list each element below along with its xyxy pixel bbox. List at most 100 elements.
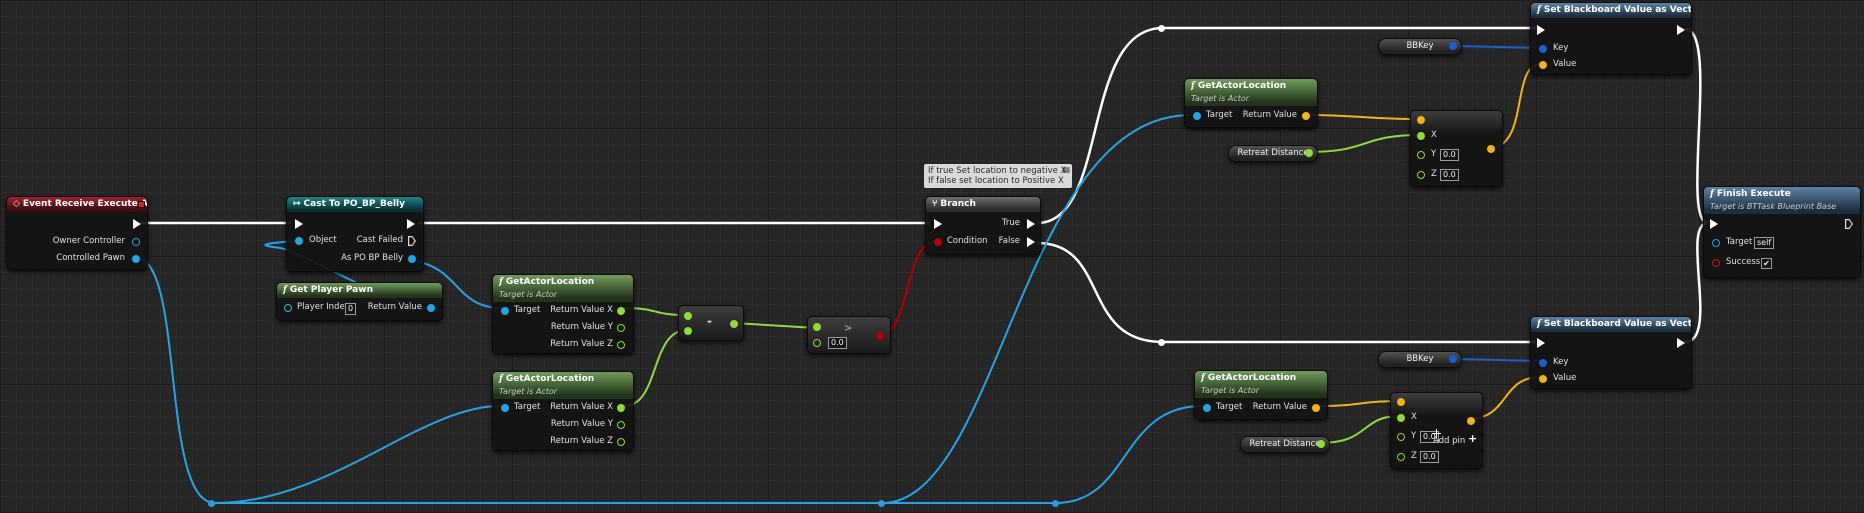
node-header[interactable]: f GetActorLocation Target is Actor xyxy=(493,275,633,302)
node-header[interactable]: ↦ Cast To PO_BP_Belly xyxy=(287,197,423,212)
exec-out-pin[interactable] xyxy=(1677,338,1685,348)
get-actor-location-node[interactable]: f GetActorLocation Target is Actor Target… xyxy=(1184,78,1318,128)
z-field[interactable]: 0.0 xyxy=(1440,169,1459,181)
subtract-b-pin[interactable] xyxy=(684,327,692,335)
bbkey-variable[interactable]: BBKey xyxy=(1378,351,1462,368)
comment-bubble[interactable]: If true Set location to negative X If fa… xyxy=(924,164,1072,188)
node-header[interactable]: f GetActorLocation Target is Actor xyxy=(493,372,633,399)
compare-b-field[interactable]: 0.0 xyxy=(828,337,847,349)
node-header[interactable]: f GetActorLocation Target is Actor xyxy=(1195,371,1327,398)
x-pin[interactable] xyxy=(1397,414,1405,422)
compare-result-pin[interactable] xyxy=(876,332,884,340)
player-index-pin[interactable] xyxy=(284,304,292,312)
exec-in-pin[interactable] xyxy=(1710,219,1718,229)
node-header[interactable]: f Finish Execute Target is BTTask Bluepri… xyxy=(1704,187,1860,214)
reroute-knot[interactable] xyxy=(208,500,215,507)
get-actor-location-node[interactable]: f GetActorLocation Target is Actor Target… xyxy=(492,371,634,451)
exec-in-pin[interactable] xyxy=(1537,338,1545,348)
node-header[interactable]: ⑂ Branch xyxy=(926,197,1040,212)
subtract-result-pin[interactable] xyxy=(730,320,738,328)
true-exec-pin[interactable] xyxy=(1027,219,1035,229)
y-pin[interactable] xyxy=(1397,433,1405,441)
retreat-distance-pin[interactable] xyxy=(1317,440,1325,448)
retreat-distance-variable[interactable]: Retreat Distance xyxy=(1240,436,1330,453)
exec-out-pin[interactable] xyxy=(1845,219,1853,229)
target-pin[interactable] xyxy=(1203,404,1211,412)
exec-out-pin[interactable] xyxy=(1677,25,1685,35)
greater-than-node[interactable]: > 0.0 xyxy=(807,316,891,354)
bbkey-variable[interactable]: BBKey xyxy=(1378,38,1462,55)
event-receive-execute-ai-node[interactable]: ◇ Event Receive Execute AI Owner Controll… xyxy=(6,196,148,270)
exec-out-pin[interactable] xyxy=(407,219,415,229)
return-z-pin[interactable] xyxy=(617,438,625,446)
exec-out-pin[interactable] xyxy=(133,219,141,229)
vector-in-pin[interactable] xyxy=(1417,116,1425,124)
target-self-field[interactable]: self xyxy=(1754,237,1775,249)
target-pin[interactable] xyxy=(1193,112,1201,120)
subtract-a-pin[interactable] xyxy=(684,312,692,320)
node-header[interactable]: ◇ Event Receive Execute AI xyxy=(7,197,147,212)
node-header[interactable]: f GetActorLocation Target is Actor xyxy=(1185,79,1317,106)
exec-in-pin[interactable] xyxy=(1537,25,1545,35)
return-x-pin[interactable] xyxy=(617,404,625,412)
target-pin[interactable] xyxy=(501,307,509,315)
false-exec-pin[interactable] xyxy=(1027,237,1035,247)
target-pin[interactable] xyxy=(1712,239,1720,247)
return-y-pin[interactable] xyxy=(617,421,625,429)
player-index-field[interactable]: 0 xyxy=(345,303,357,315)
return-z-pin[interactable] xyxy=(617,341,625,349)
retreat-distance-pin[interactable] xyxy=(1305,149,1313,157)
exec-in-pin[interactable] xyxy=(934,219,942,229)
set-blackboard-value-as-vector-node[interactable]: f Set Blackboard Value as Vector Key Valu… xyxy=(1530,316,1692,389)
branch-node[interactable]: ⑂ Branch True Condition False xyxy=(925,196,1041,255)
add-pin-label[interactable]: Add pin xyxy=(1433,436,1465,447)
y-field[interactable]: 0.0 xyxy=(1440,149,1459,161)
set-blackboard-value-as-vector-node[interactable]: f Set Blackboard Value as Vector Key Valu… xyxy=(1530,2,1692,75)
make-vector-node[interactable]: X Y 0.0 Z 0.0 Add pin + xyxy=(1390,392,1483,469)
reroute-knot[interactable] xyxy=(1158,339,1165,346)
vector-in-pin[interactable] xyxy=(1397,398,1405,406)
get-actor-location-node[interactable]: f GetActorLocation Target is Actor Target… xyxy=(1194,370,1328,420)
z-field[interactable]: 0.0 xyxy=(1420,451,1439,463)
return-value-pin[interactable] xyxy=(1302,112,1310,120)
target-pin[interactable] xyxy=(501,404,509,412)
cast-failed-exec-pin[interactable] xyxy=(408,236,416,246)
add-pin-plus-icon[interactable]: + xyxy=(1468,432,1477,445)
get-player-pawn-node[interactable]: f Get Player Pawn Player Index 0 Return V… xyxy=(276,282,443,321)
value-pin[interactable] xyxy=(1539,61,1547,69)
node-header[interactable]: f Get Player Pawn xyxy=(277,283,442,298)
success-pin[interactable] xyxy=(1712,259,1720,267)
comment-collapse-icon[interactable]: ▤ xyxy=(1062,165,1070,175)
bbkey-pin[interactable] xyxy=(1449,42,1457,50)
make-vector-node[interactable]: X Y 0.0 Z 0.0 xyxy=(1410,110,1503,187)
bbkey-pin[interactable] xyxy=(1449,355,1457,363)
reroute-knot[interactable] xyxy=(878,500,885,507)
subtract-node[interactable]: - xyxy=(678,305,744,341)
controlled-pawn-pin[interactable] xyxy=(132,255,140,263)
vector-out-pin[interactable] xyxy=(1467,417,1475,425)
retreat-distance-variable[interactable]: Retreat Distance xyxy=(1228,145,1318,162)
return-y-pin[interactable] xyxy=(617,324,625,332)
get-actor-location-node[interactable]: f GetActorLocation Target is Actor Target… xyxy=(492,274,634,354)
reroute-knot[interactable] xyxy=(1158,25,1165,32)
exec-in-pin[interactable] xyxy=(295,219,303,229)
success-checkbox[interactable]: ✔ xyxy=(1761,258,1772,269)
condition-pin[interactable] xyxy=(934,238,942,246)
owner-controller-pin[interactable] xyxy=(132,238,140,246)
z-pin[interactable] xyxy=(1417,171,1425,179)
z-pin[interactable] xyxy=(1397,453,1405,461)
return-value-pin[interactable] xyxy=(427,304,435,312)
x-pin[interactable] xyxy=(1417,132,1425,140)
object-pin[interactable] xyxy=(295,237,303,245)
compare-a-pin[interactable] xyxy=(813,323,821,331)
node-header[interactable]: f Set Blackboard Value as Vector xyxy=(1531,317,1691,332)
reroute-knot[interactable] xyxy=(1052,500,1059,507)
cast-to-po-bp-belly-node[interactable]: ↦ Cast To PO_BP_Belly Object Cast Failed … xyxy=(286,196,424,272)
finish-execute-node[interactable]: f Finish Execute Target is BTTask Bluepri… xyxy=(1703,186,1861,278)
value-pin[interactable] xyxy=(1539,375,1547,383)
return-x-pin[interactable] xyxy=(617,307,625,315)
key-pin[interactable] xyxy=(1539,45,1547,53)
as-po-bp-belly-pin[interactable] xyxy=(408,255,416,263)
key-pin[interactable] xyxy=(1539,359,1547,367)
compare-b-pin[interactable] xyxy=(813,339,821,347)
